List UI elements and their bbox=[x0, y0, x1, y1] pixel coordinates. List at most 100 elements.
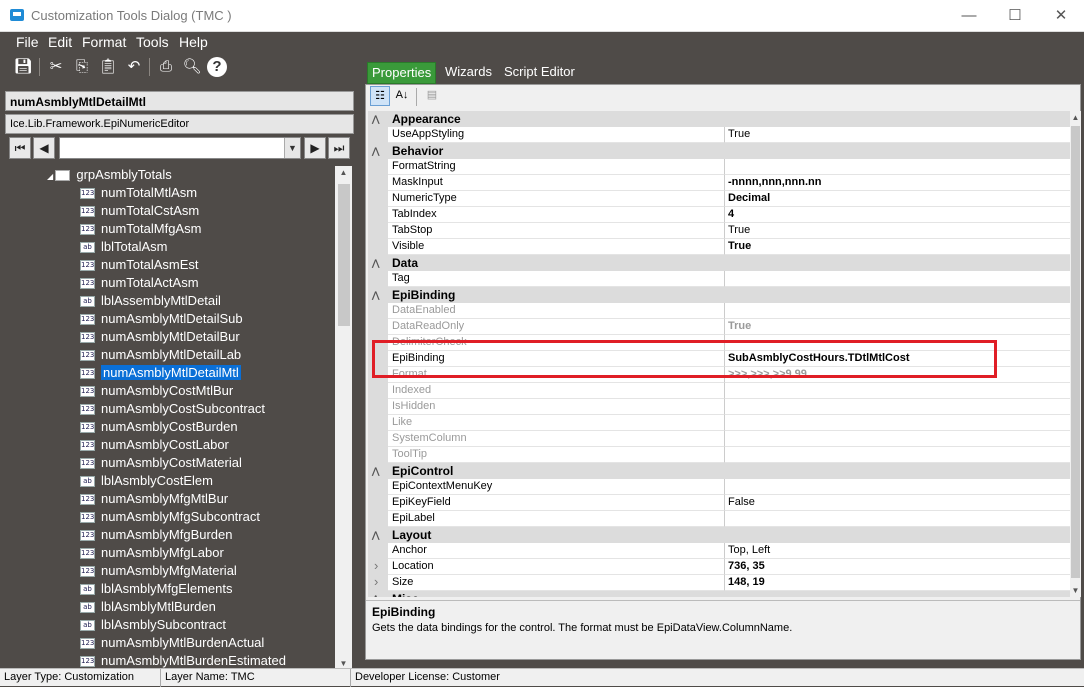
property-value[interactable] bbox=[725, 511, 1070, 527]
property-row[interactable]: ToolTip bbox=[368, 447, 1070, 463]
property-category[interactable]: ⋀ Misc bbox=[368, 591, 1070, 597]
tree-item[interactable]: 123 numTotalMtlAsm bbox=[80, 184, 197, 202]
expand-arrow-icon[interactable]: › bbox=[374, 558, 378, 573]
property-value[interactable] bbox=[725, 399, 1070, 415]
property-row[interactable]: › Size 148, 19 bbox=[368, 574, 1070, 591]
save-icon[interactable]: 💾︎ bbox=[12, 56, 34, 78]
property-category[interactable]: ⋀ Behavior bbox=[368, 143, 1070, 159]
scroll-down-icon[interactable]: ▼ bbox=[335, 659, 352, 668]
close-button[interactable]: ✕ bbox=[1038, 2, 1084, 30]
tree-item[interactable]: 123 numAsmblyMtlDetailMtl bbox=[80, 364, 241, 382]
property-pages-icon[interactable]: ▤ bbox=[422, 86, 442, 106]
tree-item[interactable]: ab lblAsmblySubcontract bbox=[80, 616, 226, 634]
tab-properties[interactable]: Properties bbox=[367, 62, 437, 84]
property-category[interactable]: ⋀ Layout bbox=[368, 527, 1070, 543]
alphabetical-sort-icon[interactable]: A↓ bbox=[392, 86, 412, 106]
property-value[interactable] bbox=[725, 271, 1070, 287]
property-value[interactable]: Top, Left bbox=[725, 543, 1070, 559]
property-row[interactable]: TabStop True bbox=[368, 223, 1070, 239]
property-row[interactable]: Indexed bbox=[368, 383, 1070, 399]
property-value[interactable]: -nnnn,nnn,nnn.nn bbox=[725, 175, 1070, 191]
property-row[interactable]: TabIndex 4 bbox=[368, 207, 1070, 223]
property-value[interactable] bbox=[725, 303, 1070, 319]
tree-item[interactable]: 123 numAsmblyMfgBurden bbox=[80, 526, 233, 544]
menu-tools[interactable]: Tools bbox=[136, 34, 169, 50]
scroll-down-icon[interactable]: ▼ bbox=[1067, 586, 1084, 595]
property-row[interactable]: EpiLabel bbox=[368, 511, 1070, 527]
property-row[interactable]: EpiKeyField False bbox=[368, 495, 1070, 511]
first-record-button[interactable]: ⏮ bbox=[9, 137, 31, 159]
control-select-combo[interactable]: ▼ bbox=[59, 137, 301, 159]
scroll-up-icon[interactable]: ▲ bbox=[335, 168, 352, 177]
print-preview-icon[interactable]: 🔍︎ bbox=[181, 56, 203, 78]
collapse-arrow-icon[interactable]: ⋀ bbox=[372, 527, 379, 543]
tree-item[interactable]: 123 numAsmblyMfgMaterial bbox=[80, 562, 237, 580]
maximize-button[interactable]: ☐ bbox=[992, 2, 1038, 30]
categorized-icon[interactable]: ☷ bbox=[370, 86, 390, 106]
tree-item[interactable]: 123 numAsmblyMfgMtlBur bbox=[80, 490, 228, 508]
property-value[interactable] bbox=[725, 383, 1070, 399]
property-row[interactable]: UseAppStyling True bbox=[368, 127, 1070, 143]
property-value[interactable] bbox=[725, 447, 1070, 463]
tree-item[interactable]: 123 numAsmblyMtlDetailSub bbox=[80, 310, 243, 328]
property-category[interactable]: ⋀ Data bbox=[368, 255, 1070, 271]
collapse-arrow-icon[interactable]: ⋀ bbox=[372, 143, 379, 159]
property-row[interactable]: DataEnabled bbox=[368, 303, 1070, 319]
chevron-down-icon[interactable]: ▼ bbox=[284, 138, 300, 158]
menu-file[interactable]: File bbox=[16, 34, 39, 50]
property-row[interactable]: NumericType Decimal bbox=[368, 191, 1070, 207]
property-value[interactable] bbox=[725, 159, 1070, 175]
cut-icon[interactable]: ✂ bbox=[45, 56, 67, 78]
tree-scroll-thumb[interactable] bbox=[338, 184, 350, 326]
property-value[interactable] bbox=[725, 431, 1070, 447]
grid-scroll-thumb[interactable] bbox=[1071, 126, 1080, 578]
scroll-up-icon[interactable]: ▲ bbox=[1067, 113, 1084, 122]
tree-item[interactable]: ab lblAsmblyMfgElements bbox=[80, 580, 233, 598]
property-row[interactable]: Visible True bbox=[368, 239, 1070, 255]
collapse-arrow-icon[interactable]: ⋀ bbox=[372, 591, 379, 597]
property-category[interactable]: ⋀ EpiBinding bbox=[368, 287, 1070, 303]
tree-item[interactable]: 123 numAsmblyMtlDetailBur bbox=[80, 328, 240, 346]
property-value[interactable]: True bbox=[725, 319, 1070, 335]
tree-item[interactable]: 123 numAsmblyMfgSubcontract bbox=[80, 508, 260, 526]
tree-item[interactable]: 123 numTotalMfgAsm bbox=[80, 220, 201, 238]
property-row[interactable]: MaskInput -nnnn,nnn,nnn.nn bbox=[368, 175, 1070, 191]
property-value[interactable]: True bbox=[725, 223, 1070, 239]
property-value[interactable] bbox=[725, 415, 1070, 431]
tree-item[interactable]: 123 numAsmblyMtlDetailLab bbox=[80, 346, 241, 364]
expand-arrow-icon[interactable]: ◢ bbox=[47, 172, 55, 181]
tab-script-editor[interactable]: Script Editor bbox=[500, 62, 579, 84]
tree-item[interactable]: ab lblAsmblyMtlBurden bbox=[80, 598, 216, 616]
tree-item[interactable]: 123 numAsmblyMfgLabor bbox=[80, 544, 224, 562]
property-row[interactable]: › Location 736, 35 bbox=[368, 558, 1070, 575]
property-row[interactable]: IsHidden bbox=[368, 399, 1070, 415]
tree-item[interactable]: 123 numAsmblyCostLabor bbox=[80, 436, 229, 454]
property-category[interactable]: ⋀ EpiControl bbox=[368, 463, 1070, 479]
tree-item[interactable]: 123 numAsmblyCostMtlBur bbox=[80, 382, 233, 400]
property-row[interactable]: SystemColumn bbox=[368, 431, 1070, 447]
tree-item[interactable]: ab lblTotalAsm bbox=[80, 238, 167, 256]
property-row[interactable]: FormatString bbox=[368, 159, 1070, 175]
previous-record-button[interactable]: ◀ bbox=[33, 137, 55, 159]
property-row[interactable]: Tag bbox=[368, 271, 1070, 287]
collapse-arrow-icon[interactable]: ⋀ bbox=[372, 463, 379, 479]
tree-item[interactable]: 123 numAsmblyCostSubcontract bbox=[80, 400, 265, 418]
tree-item[interactable]: 123 numTotalActAsm bbox=[80, 274, 199, 292]
property-value[interactable]: Decimal bbox=[725, 191, 1070, 207]
tree-item[interactable]: 123 numTotalCstAsm bbox=[80, 202, 199, 220]
minimize-button[interactable]: — bbox=[946, 2, 992, 30]
menu-help[interactable]: Help bbox=[179, 34, 208, 50]
property-value[interactable]: 736, 35 bbox=[725, 559, 1070, 575]
tab-wizards[interactable]: Wizards bbox=[441, 62, 496, 84]
tree-item[interactable]: 123 numAsmblyCostBurden bbox=[80, 418, 238, 436]
tree-item[interactable]: 123 numTotalAsmEst bbox=[80, 256, 199, 274]
next-record-button[interactable]: ▶ bbox=[304, 137, 326, 159]
print-icon[interactable]: ⎙ bbox=[155, 56, 177, 78]
paste-icon[interactable]: 📋︎ bbox=[97, 56, 119, 78]
property-value[interactable]: 4 bbox=[725, 207, 1070, 223]
last-record-button[interactable]: ⏭ bbox=[328, 137, 350, 159]
collapse-arrow-icon[interactable]: ⋀ bbox=[372, 255, 379, 271]
tree-item[interactable]: 123 numAsmblyMtlBurdenActual bbox=[80, 634, 264, 652]
expand-arrow-icon[interactable]: › bbox=[374, 574, 378, 589]
tree-item[interactable]: ab lblAsmblyCostElem bbox=[80, 472, 213, 490]
